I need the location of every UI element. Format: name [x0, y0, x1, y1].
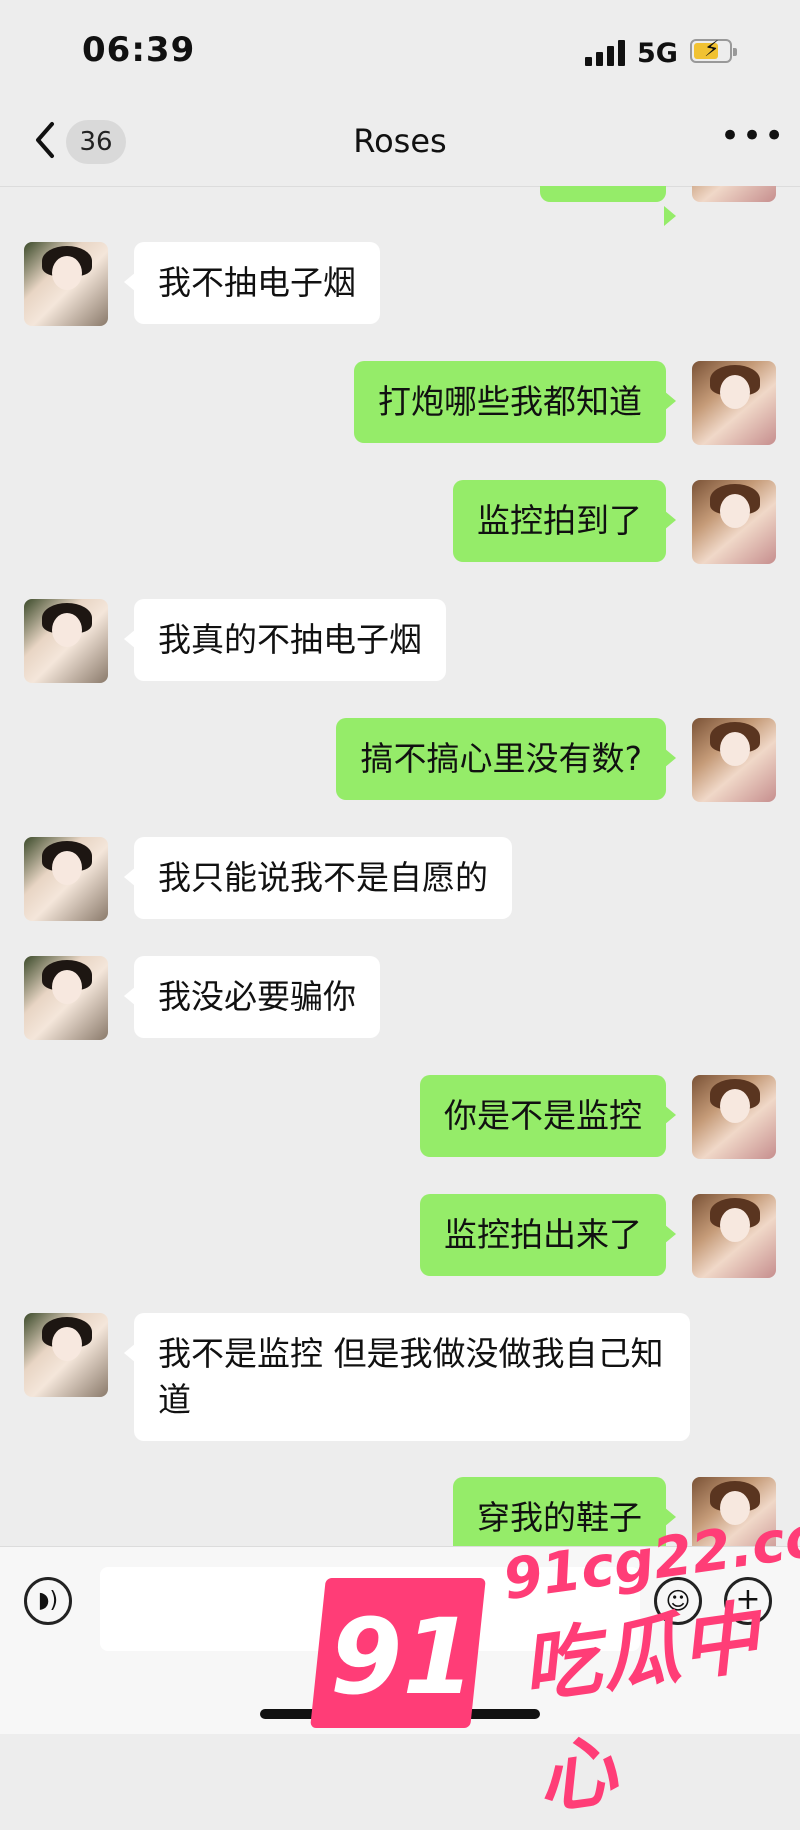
my-avatar[interactable]: [692, 1194, 776, 1278]
signal-icon: [585, 40, 629, 66]
my-avatar[interactable]: [692, 480, 776, 564]
message-bubble[interactable]: 监控拍出来了: [420, 1194, 676, 1276]
message-bubble[interactable]: 搞不搞心里没有数?: [336, 718, 676, 800]
voice-icon[interactable]: ◗): [24, 1577, 72, 1625]
chat-title: Roses: [353, 122, 447, 160]
message-bubble[interactable]: 你是不是监控: [420, 1075, 676, 1157]
status-bar: 06:39 5G ⚡: [0, 0, 800, 100]
battery-charging-icon: ⚡: [690, 37, 737, 63]
message-bubble[interactable]: 我不是监控 但是我做没做我自己知道: [124, 1313, 690, 1441]
message-bubble-partial: [540, 186, 676, 226]
message-bubble[interactable]: 我没必要骗你: [124, 956, 380, 1038]
status-time: 06:39: [82, 30, 196, 70]
contact-avatar[interactable]: [24, 956, 108, 1040]
more-dots-icon[interactable]: •••: [720, 119, 784, 156]
my-avatar[interactable]: [692, 186, 776, 202]
contact-avatar[interactable]: [24, 242, 108, 326]
message-bubble[interactable]: 打炮哪些我都知道: [354, 361, 676, 443]
my-avatar[interactable]: [692, 1075, 776, 1159]
message-bubble[interactable]: 我真的不抽电子烟: [124, 599, 446, 681]
contact-avatar[interactable]: [24, 599, 108, 683]
watermark-name: 吃瓜中心: [516, 1592, 767, 1826]
message-bubble[interactable]: 我只能说我不是自愿的: [124, 837, 512, 919]
watermark: 91 91cg22.com 吃瓜中心: [310, 1478, 800, 1826]
chat-header: 36 Roses •••: [0, 100, 800, 187]
message-list[interactable]: 我不抽电子烟 打炮哪些我都知道 监控拍到了 我真的不抽电子烟 搞不搞心里没有数?…: [0, 186, 800, 1546]
contact-avatar[interactable]: [24, 837, 108, 921]
network-label: 5G: [637, 38, 678, 69]
my-avatar[interactable]: [692, 718, 776, 802]
message-bubble[interactable]: 监控拍到了: [453, 480, 676, 562]
watermark-number: 91: [330, 1596, 475, 1718]
contact-avatar[interactable]: [24, 1313, 108, 1397]
message-bubble[interactable]: 我不抽电子烟: [124, 242, 380, 324]
my-avatar[interactable]: [692, 361, 776, 445]
